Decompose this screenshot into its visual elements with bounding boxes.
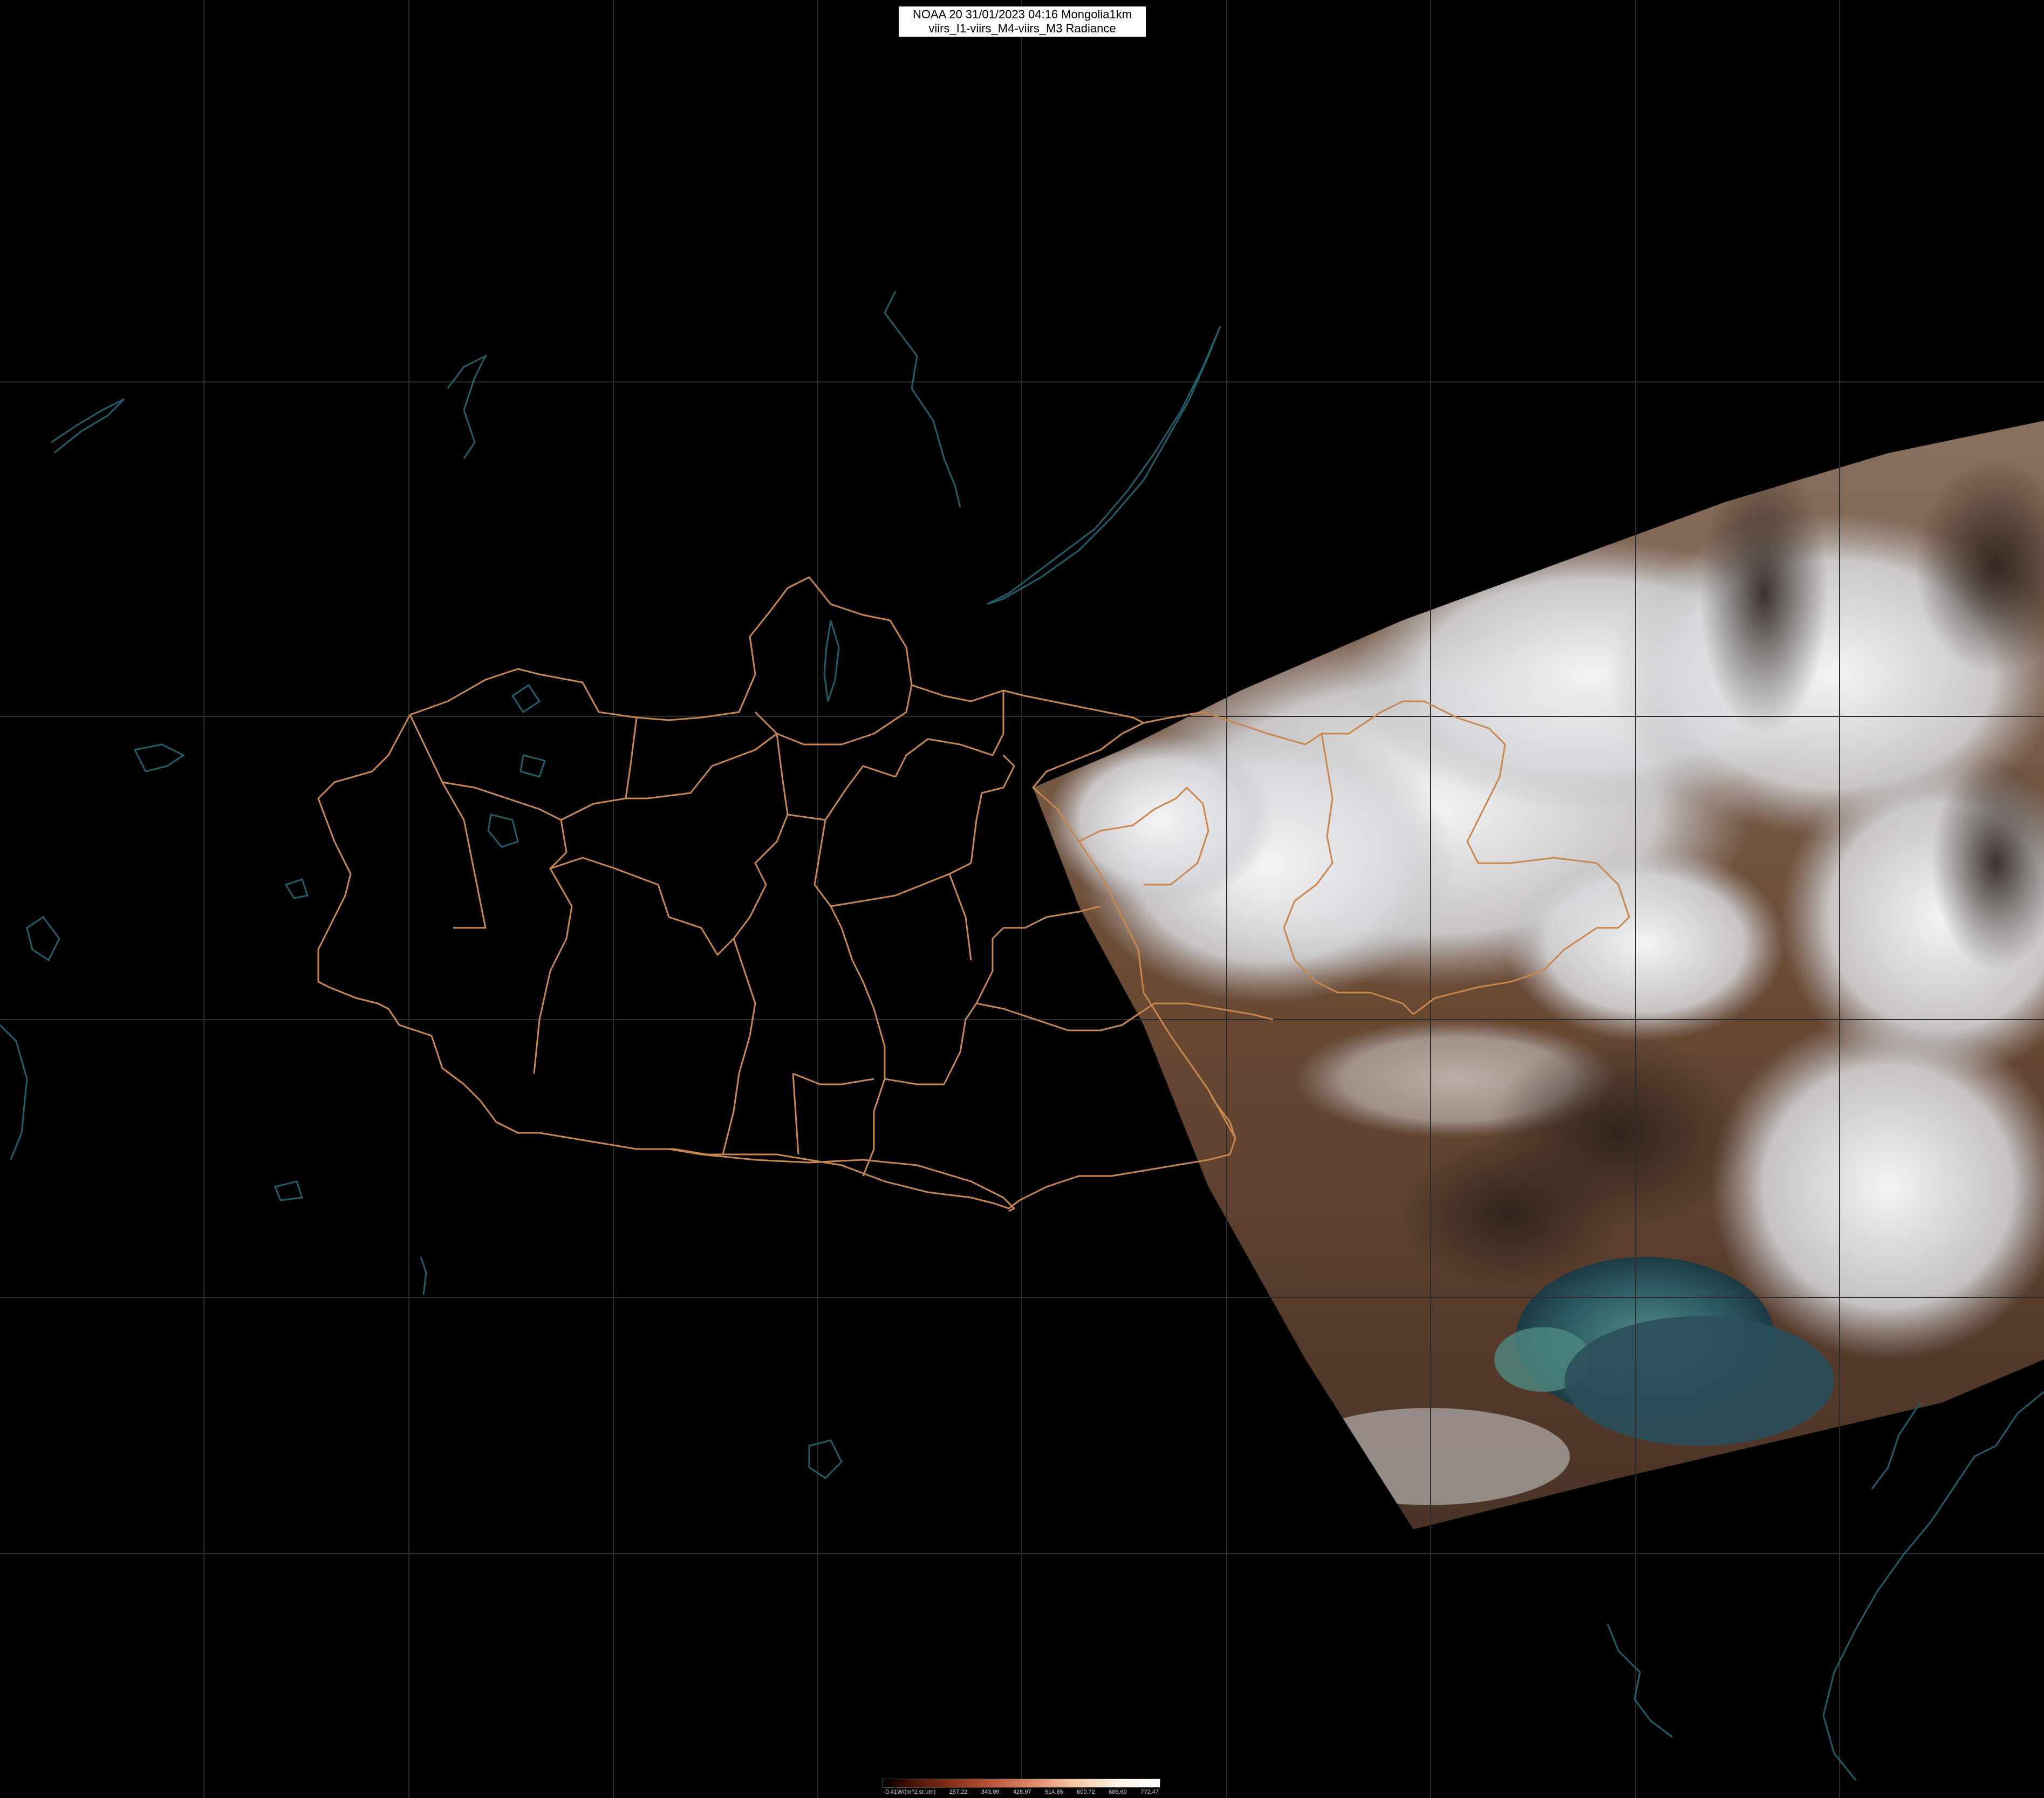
satellite-map (0, 0, 2044, 1798)
image-title-box: NOAA 20 31/01/2023 04:16 Mongolia1km vii… (899, 6, 1146, 37)
colorbar-strip (882, 1779, 1160, 1788)
colorbar-unit-label: -0.41W/(m^2.sr.um) (884, 1789, 936, 1795)
colorbar-tick: 686.60 (1109, 1789, 1127, 1795)
colorbar-tick: 343.09 (981, 1789, 1000, 1795)
colorbar-tick: 514.85 (1045, 1789, 1063, 1795)
colorbar-tick: 428.97 (1013, 1789, 1031, 1795)
title-line-satellite: NOAA 20 31/01/2023 04:16 Mongolia1km (912, 8, 1132, 21)
title-line-product: viirs_I1-viirs_M4-viirs_M3 Radiance (928, 22, 1116, 35)
colorbar-legend: -0.41W/(m^2.sr.um) 257.22 343.09 428.97 … (882, 1779, 1160, 1796)
colorbar-labels: -0.41W/(m^2.sr.um) 257.22 343.09 428.97 … (883, 1788, 1160, 1796)
colorbar-tick: 600.72 (1077, 1789, 1095, 1795)
colorbar-tick: 257.22 (949, 1789, 968, 1795)
colorbar-tick: 772.47 (1140, 1789, 1159, 1795)
satellite-swath (1033, 421, 2044, 1529)
